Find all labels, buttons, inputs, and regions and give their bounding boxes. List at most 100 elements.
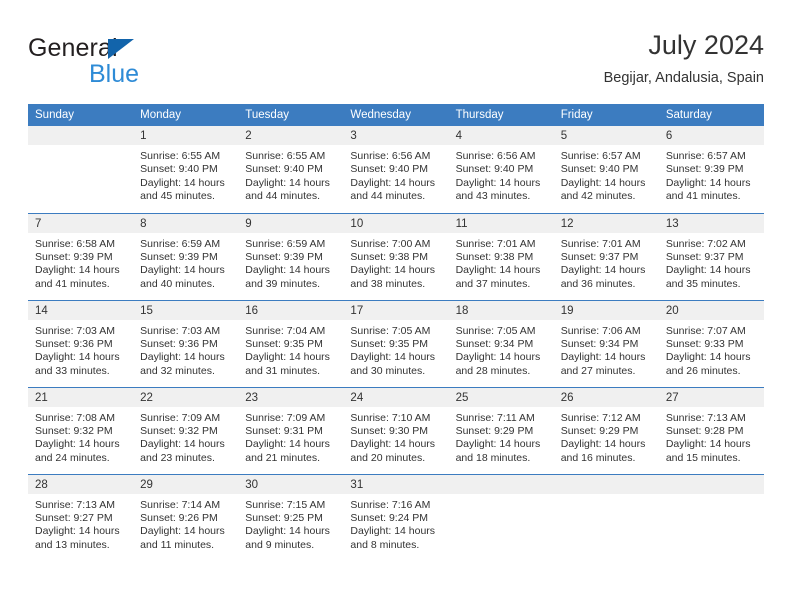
day-number: 20	[658, 300, 764, 320]
calendar-day-cell[interactable]: 14 Sunrise: 7:03 AM Sunset: 9:36 PM Dayligh…	[28, 299, 134, 387]
calendar-day-cell[interactable]: 15 Sunrise: 7:03 AM Sunset: 9:36 PM Dayligh…	[133, 299, 239, 387]
sunset-text: Sunset: 9:38 PM	[350, 250, 429, 263]
calendar-day-cell[interactable]: 16 Sunrise: 7:04 AM Sunset: 9:35 PM Dayligh…	[238, 299, 344, 387]
sunrise-text: Sunrise: 7:05 AM	[455, 324, 536, 337]
daylight-text-line2: and 24 minutes.	[35, 451, 110, 464]
daylight-text-line1: Daylight: 14 hours	[560, 438, 646, 451]
day-details: Sunrise: 7:13 AM Sunset: 9:28 PM Daylight:…	[659, 407, 764, 466]
calendar-day-cell[interactable]: 11 Sunrise: 7:01 AM Sunset: 9:38 PM Dayligh…	[448, 212, 554, 300]
day-number	[658, 474, 764, 494]
calendar-day-cell[interactable]: 20 Sunrise: 7:07 AM Sunset: 9:33 PM Dayligh…	[658, 299, 764, 387]
sunrise-text: Sunrise: 7:01 AM	[455, 237, 536, 250]
calendar-day-cell[interactable]: 5 Sunrise: 6:57 AM Sunset: 9:40 PM Daylight…	[553, 126, 659, 213]
sunrise-text: Sunrise: 6:57 AM	[560, 150, 641, 162]
calendar-table: Sunday Monday Tuesday Wednesday Thursday Frid…	[28, 104, 764, 561]
sunrise-text: Sunrise: 7:14 AM	[140, 498, 221, 511]
calendar-day-cell[interactable]: 18 Sunrise: 7:05 AM Sunset: 9:34 PM Dayligh…	[448, 299, 554, 387]
sunset-text: Sunset: 9:29 PM	[455, 424, 534, 437]
day-number: 27	[658, 387, 764, 407]
day-number	[28, 126, 134, 145]
daylight-text-line1: Daylight: 14 hours	[245, 264, 330, 277]
sunrise-text: Sunrise: 7:09 AM	[140, 411, 221, 424]
sunset-text: Sunset: 9:33 PM	[665, 337, 744, 350]
calendar-day-cell[interactable]: 1 Sunrise: 6:55 AM Sunset: 9:40 PM Daylight…	[133, 126, 239, 213]
calendar-day-cell[interactable]: 10 Sunrise: 7:00 AM Sunset: 9:38 PM Dayligh…	[343, 212, 449, 300]
calendar-day-cell[interactable]: 30 Sunrise: 7:15 AM Sunset: 9:25 PM Dayligh…	[238, 473, 344, 561]
day-number: 16	[238, 300, 344, 320]
calendar-day-cell[interactable]: 28 Sunrise: 7:13 AM Sunset: 9:27 PM Dayligh…	[28, 473, 134, 561]
calendar-day-cell[interactable]: 22 Sunrise: 7:09 AM Sunset: 9:32 PM Dayligh…	[133, 386, 239, 474]
calendar-week-row: 7 Sunrise: 6:58 AM Sunset: 9:39 PM Daylight…	[28, 212, 764, 300]
sunrise-text: Sunrise: 7:04 AM	[245, 324, 326, 337]
sunset-text: Sunset: 9:34 PM	[455, 337, 534, 350]
weekday-header-saturday: Saturday	[658, 104, 764, 126]
calendar-day-cell[interactable]: 23 Sunrise: 7:09 AM Sunset: 9:31 PM Dayligh…	[238, 386, 344, 474]
weekday-header-monday: Monday	[133, 104, 239, 126]
day-number: 31	[343, 474, 449, 494]
daylight-text-line1: Daylight: 14 hours	[665, 438, 751, 451]
daylight-text-line1: Daylight: 14 hours	[350, 351, 436, 364]
sunrise-text: Sunrise: 7:03 AM	[35, 324, 115, 337]
page-title: July 2024	[648, 30, 764, 60]
calendar-day-cell[interactable]: 27 Sunrise: 7:13 AM Sunset: 9:28 PM Dayligh…	[658, 386, 764, 474]
calendar-empty-cell	[28, 126, 134, 213]
daylight-text-line2: and 8 minutes.	[350, 538, 420, 551]
calendar-day-cell[interactable]: 7 Sunrise: 6:58 AM Sunset: 9:39 PM Daylight…	[28, 212, 134, 300]
general-blue-logo[interactable]: General Blue	[28, 34, 268, 90]
day-details: Sunrise: 7:12 AM Sunset: 9:29 PM Daylight:…	[554, 407, 659, 466]
day-number: 26	[553, 387, 659, 407]
day-number: 29	[133, 474, 239, 494]
sunset-text: Sunset: 9:34 PM	[560, 337, 639, 350]
calendar-day-cell[interactable]: 2 Sunrise: 6:55 AM Sunset: 9:40 PM Daylight…	[238, 126, 344, 213]
daylight-text-line1: Daylight: 14 hours	[665, 351, 751, 364]
calendar-day-cell[interactable]: 12 Sunrise: 7:01 AM Sunset: 9:37 PM Dayligh…	[553, 212, 659, 300]
daylight-text-line1: Daylight: 14 hours	[455, 438, 541, 451]
day-number: 30	[238, 474, 344, 494]
logo-triangle-icon	[108, 39, 134, 59]
calendar-day-cell[interactable]: 19 Sunrise: 7:06 AM Sunset: 9:34 PM Dayligh…	[553, 299, 659, 387]
daylight-text-line2: and 41 minutes.	[665, 190, 741, 203]
calendar-empty-cell	[448, 473, 554, 561]
day-details: Sunrise: 7:10 AM Sunset: 9:30 PM Daylight:…	[343, 407, 448, 466]
calendar-day-cell[interactable]: 4 Sunrise: 6:56 AM Sunset: 9:40 PM Daylight…	[448, 126, 554, 213]
day-details: Sunrise: 7:09 AM Sunset: 9:31 PM Daylight:…	[238, 407, 343, 466]
calendar-day-cell[interactable]: 24 Sunrise: 7:10 AM Sunset: 9:30 PM Dayligh…	[343, 386, 449, 474]
day-number: 4	[448, 126, 554, 145]
calendar-day-cell[interactable]: 31 Sunrise: 7:16 AM Sunset: 9:24 PM Dayligh…	[343, 473, 449, 561]
sunset-text: Sunset: 9:38 PM	[455, 250, 534, 263]
weekday-header-tuesday: Tuesday	[238, 104, 344, 126]
sunset-text: Sunset: 9:25 PM	[245, 511, 323, 524]
day-details: Sunrise: 7:03 AM Sunset: 9:36 PM Daylight:…	[28, 320, 133, 379]
calendar-day-cell[interactable]: 17 Sunrise: 7:05 AM Sunset: 9:35 PM Dayligh…	[343, 299, 449, 387]
weekday-header-friday: Friday	[553, 104, 659, 126]
calendar-day-cell[interactable]: 8 Sunrise: 6:59 AM Sunset: 9:39 PM Daylight…	[133, 212, 239, 300]
daylight-text-line2: and 27 minutes.	[560, 364, 636, 377]
daylight-text-line2: and 31 minutes.	[245, 364, 320, 377]
daylight-text-line2: and 43 minutes.	[455, 190, 531, 203]
calendar-day-cell[interactable]: 25 Sunrise: 7:11 AM Sunset: 9:29 PM Dayligh…	[448, 386, 554, 474]
calendar-day-cell[interactable]: 3 Sunrise: 6:56 AM Sunset: 9:40 PM Daylight…	[343, 126, 449, 213]
daylight-text-line2: and 40 minutes.	[140, 277, 215, 290]
daylight-text-line1: Daylight: 14 hours	[665, 264, 751, 277]
sunrise-text: Sunrise: 7:00 AM	[350, 237, 431, 250]
calendar-day-cell[interactable]: 21 Sunrise: 7:08 AM Sunset: 9:32 PM Dayligh…	[28, 386, 134, 474]
sunrise-text: Sunrise: 7:10 AM	[350, 411, 431, 424]
daylight-text-line1: Daylight: 14 hours	[35, 264, 120, 277]
sunset-text: Sunset: 9:31 PM	[245, 424, 323, 437]
daylight-text-line1: Daylight: 14 hours	[560, 176, 646, 189]
daylight-text-line2: and 26 minutes.	[665, 364, 741, 377]
daylight-text-line1: Daylight: 14 hours	[140, 438, 225, 451]
calendar-day-cell[interactable]: 9 Sunrise: 6:59 AM Sunset: 9:39 PM Daylight…	[238, 212, 344, 300]
sunrise-text: Sunrise: 7:09 AM	[245, 411, 326, 424]
calendar-week-row: 28 Sunrise: 7:13 AM Sunset: 9:27 PM Dayligh…	[28, 473, 764, 561]
daylight-text-line1: Daylight: 14 hours	[140, 525, 225, 538]
day-number: 24	[343, 387, 449, 407]
calendar-day-cell[interactable]: 6 Sunrise: 6:57 AM Sunset: 9:39 PM Daylight…	[658, 126, 764, 213]
daylight-text-line1: Daylight: 14 hours	[455, 264, 541, 277]
day-number: 5	[553, 126, 659, 145]
calendar-day-cell[interactable]: 29 Sunrise: 7:14 AM Sunset: 9:26 PM Dayligh…	[133, 473, 239, 561]
calendar-day-cell[interactable]: 26 Sunrise: 7:12 AM Sunset: 9:29 PM Dayligh…	[553, 386, 659, 474]
sunrise-text: Sunrise: 7:15 AM	[245, 498, 326, 511]
sunrise-text: Sunrise: 7:11 AM	[455, 411, 535, 424]
calendar-day-cell[interactable]: 13 Sunrise: 7:02 AM Sunset: 9:37 PM Dayligh…	[658, 212, 764, 300]
